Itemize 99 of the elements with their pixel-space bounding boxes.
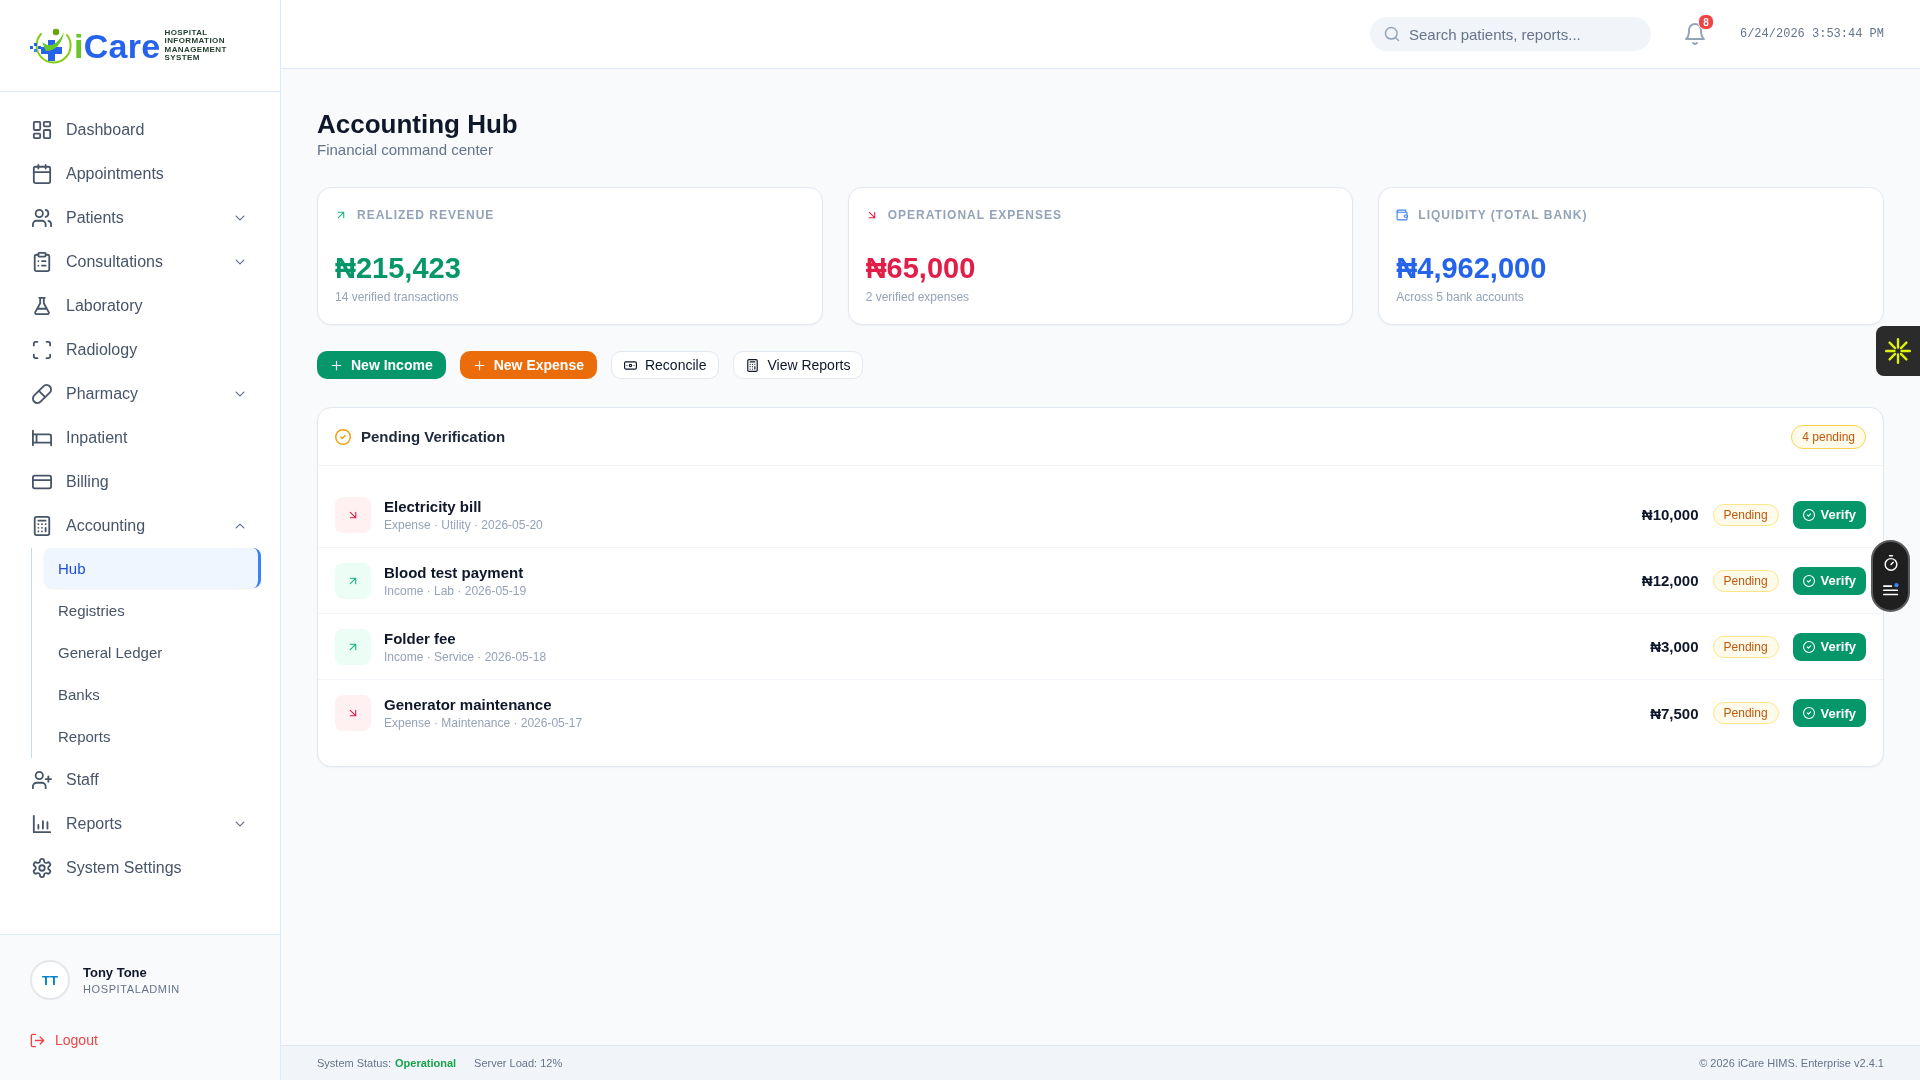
stat-value: ₦4,962,000 bbox=[1396, 252, 1548, 284]
dashboard-grid-icon bbox=[32, 120, 52, 140]
transaction-amount: ₦10,000 bbox=[1641, 506, 1699, 523]
submenu-item[interactable]: Reports bbox=[44, 716, 261, 756]
arrow-down-right-icon bbox=[335, 496, 371, 533]
plus-icon bbox=[472, 358, 486, 372]
stat-value: ₦65,000 bbox=[865, 252, 977, 284]
arrow-up-right-icon bbox=[335, 562, 371, 599]
search-icon bbox=[1383, 26, 1400, 42]
bar-chart-icon bbox=[32, 814, 52, 834]
pill-icon bbox=[32, 384, 52, 404]
calculator-icon bbox=[32, 516, 52, 536]
transaction-meta: Income · Lab · 2026-05-19 bbox=[384, 583, 528, 598]
view-reports-button[interactable]: View Reports bbox=[733, 351, 864, 379]
calculator-icon bbox=[746, 358, 760, 372]
user-plus-icon bbox=[32, 770, 52, 790]
transaction-meta: Expense · Maintenance · 2026-05-17 bbox=[384, 716, 584, 730]
server-load: Server Load: 12% bbox=[474, 1057, 563, 1069]
transaction-title: Electricity bill bbox=[384, 497, 483, 515]
stat-label: REALIZED REVENUE bbox=[357, 207, 495, 222]
count-badge: 4 pending bbox=[1791, 424, 1866, 449]
panel-title: Pending Verification bbox=[361, 428, 506, 445]
user-role: HOSPITALADMIN bbox=[83, 983, 180, 995]
transaction-title: Folder fee bbox=[384, 629, 457, 647]
nav-item[interactable]: Patients bbox=[20, 196, 261, 240]
user-avatar: TT bbox=[30, 960, 70, 1000]
stat-note: Across 5 bank accounts bbox=[1396, 290, 1525, 304]
page-subtitle: Financial command center bbox=[317, 141, 494, 159]
submenu-item[interactable]: General Ledger bbox=[44, 632, 261, 672]
page-title: Accounting Hub bbox=[317, 109, 519, 139]
copyright-text: © 2026 iCare HIMS. Enterprise v2.4.1 bbox=[1699, 1057, 1884, 1069]
transaction-amount: ₦12,000 bbox=[1641, 572, 1699, 589]
notification-count: 8 bbox=[1697, 14, 1714, 30]
circle-check-icon bbox=[1802, 707, 1815, 719]
stat-note: 14 verified transactions bbox=[335, 290, 460, 304]
nav-item[interactable]: Consultations bbox=[20, 240, 261, 284]
status-value: Operational bbox=[395, 1057, 457, 1069]
status-badge: Pending bbox=[1712, 569, 1779, 592]
nav-item[interactable]: Appointments bbox=[20, 152, 261, 196]
nav-item[interactable]: Accounting bbox=[20, 504, 261, 548]
submenu-item[interactable]: Registries bbox=[44, 590, 261, 630]
status-badge: Pending bbox=[1712, 503, 1779, 526]
verify-button[interactable]: Verify bbox=[1792, 566, 1866, 595]
users-icon bbox=[32, 208, 52, 228]
settings-icon bbox=[32, 858, 52, 878]
flask-icon bbox=[32, 296, 52, 316]
bed-icon bbox=[32, 428, 52, 448]
submenu-item[interactable]: Hub bbox=[44, 548, 261, 588]
sparkle-icon[interactable] bbox=[1876, 326, 1920, 376]
reconcile-button[interactable]: Reconcile bbox=[610, 351, 720, 379]
new-income-button[interactable]: New Income bbox=[317, 351, 446, 379]
status-badge: Pending bbox=[1712, 702, 1779, 724]
calendar-icon bbox=[32, 164, 52, 184]
stat-label: LIQUIDITY (TOTAL BANK) bbox=[1418, 207, 1588, 222]
stopwatch-icon[interactable] bbox=[1882, 555, 1899, 571]
nav-item[interactable]: Billing bbox=[20, 460, 261, 504]
transaction-amount: ₦7,500 bbox=[1650, 704, 1699, 722]
verify-button[interactable]: Verify bbox=[1792, 699, 1866, 727]
circle-check-icon bbox=[335, 428, 351, 445]
date-time: 6/24/2026 3:53:44 PM bbox=[1739, 27, 1884, 41]
stat-value: ₦215,423 bbox=[335, 252, 462, 284]
logo-tagline: HOSPITAL INFORMATION MANAGEMENT SYSTEM bbox=[164, 28, 227, 63]
stat-note: 2 verified expenses bbox=[865, 290, 971, 304]
nav-item[interactable]: Staff bbox=[20, 758, 261, 802]
circle-check-icon bbox=[1802, 574, 1815, 587]
transaction-meta: Expense · Utility · 2026-05-20 bbox=[384, 517, 544, 532]
stat-label: OPERATIONAL EXPENSES bbox=[887, 207, 1062, 222]
user-name: Tony Tone bbox=[83, 965, 148, 980]
status-label: System Status: bbox=[317, 1057, 391, 1069]
banknote-icon bbox=[623, 358, 637, 372]
nav-item[interactable]: Radiology bbox=[20, 328, 261, 372]
nav-item[interactable]: Dashboard bbox=[20, 108, 261, 152]
verify-button[interactable]: Verify bbox=[1792, 500, 1866, 529]
nav-item[interactable]: Reports bbox=[20, 802, 261, 846]
arrow-up-right-icon bbox=[335, 628, 371, 665]
circle-check-icon bbox=[1802, 640, 1815, 653]
verify-button[interactable]: Verify bbox=[1792, 632, 1866, 661]
credit-card-icon bbox=[32, 472, 52, 492]
clipboard-list-icon bbox=[32, 252, 52, 272]
list-icon[interactable] bbox=[1882, 581, 1899, 597]
search-field[interactable]: Search patients, reports... bbox=[1369, 17, 1651, 51]
plus-icon bbox=[330, 358, 343, 372]
transaction-meta: Income · Service · 2026-05-18 bbox=[384, 649, 548, 664]
nav-item[interactable]: Laboratory bbox=[20, 284, 261, 328]
logout-icon bbox=[30, 1032, 45, 1048]
transaction-title: Generator maintenance bbox=[384, 696, 553, 713]
arrow-down-right-icon bbox=[335, 695, 371, 731]
nav-item[interactable]: Pharmacy bbox=[20, 372, 261, 416]
logo-text: iCare bbox=[74, 28, 161, 63]
nav-item[interactable]: Inpatient bbox=[20, 416, 261, 460]
wallet-icon bbox=[1396, 208, 1409, 221]
transaction-amount: ₦3,000 bbox=[1650, 638, 1699, 655]
scan-frame-icon bbox=[32, 340, 52, 360]
submenu-item[interactable]: Banks bbox=[44, 674, 261, 714]
transaction-title: Blood test payment bbox=[384, 563, 525, 581]
logout-link[interactable]: Logout bbox=[30, 1032, 98, 1048]
status-badge: Pending bbox=[1712, 635, 1779, 658]
circle-check-icon bbox=[1802, 508, 1815, 521]
nav-item[interactable]: System Settings bbox=[20, 846, 261, 890]
